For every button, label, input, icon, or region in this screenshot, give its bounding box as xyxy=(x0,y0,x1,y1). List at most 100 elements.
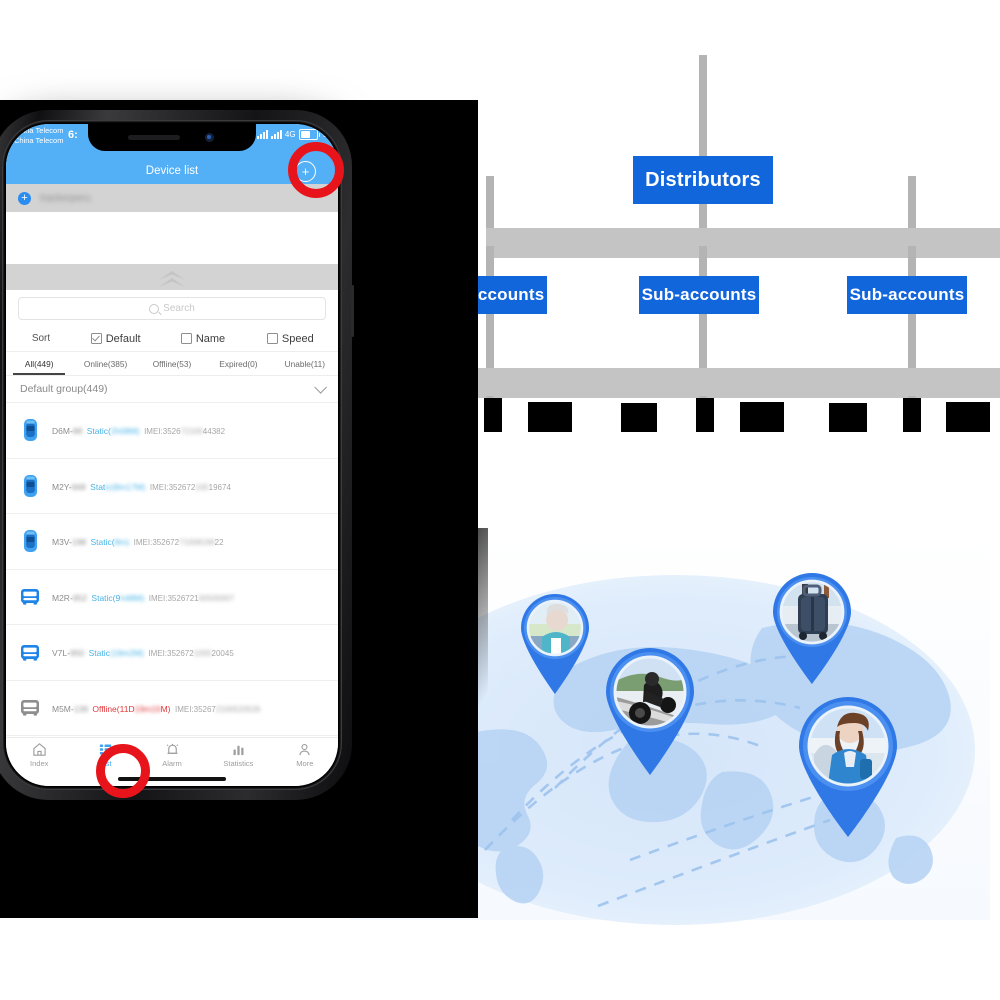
sort-option-default[interactable]: Default xyxy=(72,333,159,345)
map-pin-shape xyxy=(606,648,694,775)
sort-row: Sort Default Name Speed xyxy=(6,326,338,352)
sort-label: Sort xyxy=(31,333,51,344)
account-strip[interactable]: + trackerperu xyxy=(6,184,338,212)
node-label: Sub-accounts xyxy=(849,285,965,304)
device-block xyxy=(528,402,572,432)
device-status: Static(8m) xyxy=(90,537,130,548)
notch xyxy=(88,124,256,151)
bottom-tab-bar: Index List Alarm Statistics More xyxy=(6,737,338,786)
map-pin-shape xyxy=(521,593,589,694)
device-list-item[interactable]: V7L-950 Static(19m2M) IMEI:3526721005200… xyxy=(6,625,338,681)
device-group-row[interactable]: Default group(449) xyxy=(6,376,338,403)
bus-gray-icon xyxy=(20,699,40,716)
sort-option-label: Speed xyxy=(281,332,314,345)
pin-woman-traveler[interactable] xyxy=(792,695,904,837)
pin-luggage-suitcase[interactable] xyxy=(768,572,856,684)
device-name: M3V-198 xyxy=(52,537,87,548)
device-status: Static(19m2M) xyxy=(88,648,144,659)
front-camera xyxy=(205,133,214,142)
account-name: trackerperu xyxy=(40,192,91,204)
alarm-icon xyxy=(166,743,178,754)
carrier-label: China Telecom China Telecom xyxy=(14,126,63,146)
node-label: Distributors xyxy=(645,168,761,191)
chevron-down-icon[interactable] xyxy=(314,380,327,394)
device-imei: IMEI:352672100500007 xyxy=(148,593,235,603)
pin-motorcycle-rider[interactable] xyxy=(600,647,700,775)
search-container: Search xyxy=(6,290,338,326)
device-name: M2R-952 xyxy=(52,592,87,603)
device-status: Static(2h08M) xyxy=(86,426,140,437)
device-name: M2Y-668 xyxy=(52,481,86,492)
search-input[interactable]: Search xyxy=(18,297,326,320)
device-list: D6M-88 Static(2h08M) IMEI:35267210044382… xyxy=(6,403,338,736)
battery-icon xyxy=(298,129,321,140)
device-block xyxy=(740,402,784,432)
checkbox-icon[interactable] xyxy=(266,333,278,344)
status-bar: China Telecom China Telecom 6: 4G 56 xyxy=(6,124,338,158)
tab-index[interactable]: Index xyxy=(6,742,72,768)
device-status: Static(9h48M) xyxy=(91,592,145,603)
filter-tabs: All(449) Online(385) Offline(53) Expired… xyxy=(6,352,338,376)
checkbox-checked-icon[interactable] xyxy=(90,333,102,344)
device-block xyxy=(946,402,990,432)
pin-elderly-person[interactable] xyxy=(516,592,594,694)
sort-option-name[interactable]: Name xyxy=(159,333,246,345)
bus-icon xyxy=(20,588,40,605)
car-icon xyxy=(20,418,40,442)
checkbox-icon[interactable] xyxy=(180,333,192,344)
device-block xyxy=(621,403,657,432)
car-icon xyxy=(20,474,40,498)
person-icon xyxy=(299,743,311,756)
home-icon xyxy=(33,743,46,756)
device-list-item[interactable]: M3V-198 Static(8m) IMEI:3526727100819922 xyxy=(6,514,338,570)
filter-tab-all[interactable]: All(449) xyxy=(6,352,72,375)
device-name: V7L-950 xyxy=(52,648,85,659)
tab-label: Statistics xyxy=(223,759,254,768)
filter-tab-unable[interactable]: Unable(11) xyxy=(272,352,338,375)
sort-option-speed[interactable]: Speed xyxy=(247,333,334,345)
diagram-node-sub-accounts-3[interactable]: Sub-accounts xyxy=(847,276,967,314)
page-title: Device list xyxy=(145,165,199,177)
chart-icon xyxy=(233,745,244,756)
tab-statistics[interactable]: Statistics xyxy=(205,742,271,768)
device-block xyxy=(696,398,714,432)
sort-option-label: Default xyxy=(105,332,141,345)
network-type-label: 4G xyxy=(284,130,296,139)
node-label: Sub-accounts xyxy=(641,285,757,304)
device-imei: IMEI:352672100520045 xyxy=(148,649,234,659)
status-time: 6: xyxy=(68,129,78,141)
device-imei: IMEI:3526727100819922 xyxy=(133,538,224,548)
device-block xyxy=(903,398,921,432)
list-tab-highlight-ring xyxy=(96,744,150,798)
device-list-item[interactable]: D6M-88 Static(2h08M) IMEI:35267210044382 xyxy=(6,403,338,459)
car-icon xyxy=(20,529,40,553)
device-list-item[interactable]: M2R-952 Static(9h48M) IMEI:3526721005000… xyxy=(6,570,338,625)
screenshot-stage: Distributors Sub-accounts Sub-accounts S… xyxy=(0,0,1000,1000)
filter-tab-offline[interactable]: Offline(53) xyxy=(139,352,205,375)
device-list-item[interactable]: M5M-139 Offline(11D19m19M) IMEI:35267210… xyxy=(6,681,338,736)
device-block xyxy=(484,398,502,432)
collapse-panel-button[interactable] xyxy=(6,264,338,290)
add-device-highlight-ring xyxy=(288,142,344,198)
signal-bars-icon xyxy=(256,130,268,139)
map-pin-shape xyxy=(773,572,851,684)
tab-more[interactable]: More xyxy=(272,742,338,768)
device-imei: IMEI:35267210044382 xyxy=(144,427,226,437)
filter-tab-online[interactable]: Online(385) xyxy=(72,352,138,375)
filter-tab-expired[interactable]: Expired(0) xyxy=(205,352,271,375)
sort-option-label: Name xyxy=(195,332,226,345)
device-list-item[interactable]: M2Y-668 Static(8m17M) IMEI:3526721001967… xyxy=(6,459,338,514)
carrier-line-1: China Telecom xyxy=(14,126,64,135)
device-name: D6M-88 xyxy=(52,426,83,437)
tab-label: Index xyxy=(30,759,49,768)
expand-account-icon[interactable]: + xyxy=(18,191,31,205)
phone-mockup: China Telecom China Telecom 6: 4G 56 Dev… xyxy=(0,110,354,800)
device-status: Static(8m17M) xyxy=(90,481,146,492)
map-pin-shape xyxy=(799,697,897,837)
diagram-node-distributors[interactable]: Distributors xyxy=(633,156,773,204)
earpiece-speaker xyxy=(128,135,180,140)
power-button[interactable] xyxy=(351,285,354,337)
diagram-node-sub-accounts-2[interactable]: Sub-accounts xyxy=(639,276,759,314)
account-tree-area xyxy=(6,212,338,264)
phone-screen: China Telecom China Telecom 6: 4G 56 Dev… xyxy=(6,124,338,786)
